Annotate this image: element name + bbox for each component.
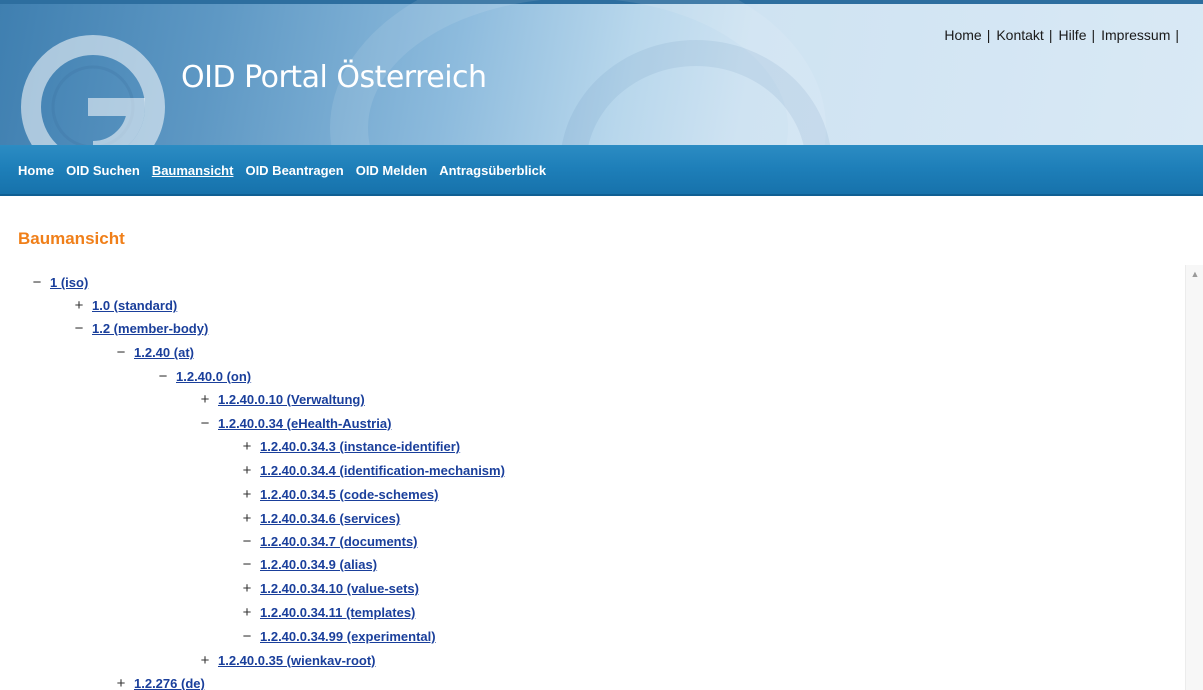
expand-icon[interactable]: + [242,602,252,624]
expand-icon[interactable]: + [242,484,252,506]
nav-item-home[interactable]: Home [18,163,54,178]
nav-item-antragsueberblick[interactable]: Antragsüberblick [439,163,546,178]
tree-node: −1.2.40 (at) [116,342,194,364]
tree-node: −1.2 (member-body) [74,318,209,340]
tree-node: +1.2.40.0.34.4 (identification-mechanism… [242,460,505,482]
top-links: Home | Kontakt | Hilfe | Impressum | [944,27,1185,43]
top-link-separator: | [1091,27,1096,43]
expand-icon[interactable]: + [200,650,210,672]
tree-node: −1.2.40.0.34.99 (experimental) [242,626,436,648]
top-link-separator: | [986,27,991,43]
tree-node-link[interactable]: 1.2.40.0.34.7 (documents) [260,534,418,549]
expand-icon[interactable]: + [242,436,252,458]
portal-logo-icon [21,35,165,145]
expand-icon[interactable]: + [242,460,252,482]
top-link-separator: | [1048,27,1053,43]
tree-node-link[interactable]: 1.2.40.0.35 (wienkav-root) [218,653,376,668]
tree-node-link[interactable]: 1.2.40.0 (on) [176,369,251,384]
collapse-icon[interactable]: − [200,413,210,435]
tree-node: +1.2.276 (de) [116,673,205,690]
nav-item-baumansicht[interactable]: Baumansicht [152,163,234,178]
tree-node: +1.2.40.0.35 (wienkav-root) [200,650,376,672]
tree-node: −1.2.40.0.34 (eHealth-Austria) [200,413,392,435]
tree-node-link[interactable]: 1.2.40 (at) [134,345,194,360]
tree-node: +1.2.40.0.34.6 (services) [242,508,401,530]
tree-node-link[interactable]: 1.2.40.0.34 (eHealth-Austria) [218,416,391,431]
tree-node-link[interactable]: 1.2.40.0.34.3 (instance-identifier) [260,439,460,454]
collapse-icon[interactable]: − [74,318,84,340]
expand-icon[interactable]: + [74,295,84,317]
nav-item-oid-beantragen[interactable]: OID Beantragen [245,163,343,178]
tree-node-link[interactable]: 1.2.40.0.34.4 (identification-mechanism) [260,463,505,478]
main-navigation: Home OID Suchen Baumansicht OID Beantragen O… [0,145,1203,196]
tree-node: −1.2.40.0.34.9 (alias) [242,554,377,576]
vertical-scrollbar[interactable]: ▲ [1185,265,1203,690]
tree-node: +1.2.40.0.34.3 (instance-identifier) [242,436,461,458]
tree-node: −1.2.40.0.34.7 (documents) [242,531,418,553]
tree-node-link[interactable]: 1.2.40.0.10 (Verwaltung) [218,392,365,407]
site-title: OID Portal Österreich [181,60,487,95]
top-link-kontakt[interactable]: Kontakt [996,27,1043,43]
top-link-separator: | [1175,27,1179,43]
top-link-hilfe[interactable]: Hilfe [1058,27,1086,43]
navbar-bottom-line [0,194,1203,196]
tree-node: −1.2.40.0 (on) [158,366,252,388]
tree-node-link[interactable]: 1.2 (member-body) [92,321,208,336]
collapse-icon[interactable]: − [116,342,126,364]
nav-items: Home OID Suchen Baumansicht OID Beantragen O… [18,163,558,178]
tree-node-link[interactable]: 1.0 (standard) [92,298,177,313]
tree-node: +1.2.40.0.34.10 (value-sets) [242,578,419,600]
expand-icon[interactable]: + [242,508,252,530]
expand-icon[interactable]: + [200,389,210,411]
tree-node-link[interactable]: 1 (iso) [50,275,88,290]
expand-icon[interactable]: + [242,578,252,600]
tree-node-link[interactable]: 1.2.40.0.34.6 (services) [260,511,400,526]
tree-node-link[interactable]: 1.2.40.0.34.11 (templates) [260,605,415,620]
tree-node: +1.2.40.0.10 (Verwaltung) [200,389,365,411]
top-link-impressum[interactable]: Impressum [1101,27,1170,43]
collapse-icon[interactable]: − [158,366,168,388]
header-banner: OID Portal Österreich Home | Kontakt | Hilfe… [0,0,1203,145]
tree-node-link[interactable]: 1.2.276 (de) [134,676,205,690]
nav-item-oid-suchen[interactable]: OID Suchen [66,163,140,178]
scroll-up-arrow-icon[interactable]: ▲ [1186,265,1203,283]
tree-node: +1.0 (standard) [74,295,178,317]
tree-node-link[interactable]: 1.2.40.0.34.5 (code-schemes) [260,487,439,502]
tree-node-link[interactable]: 1.2.40.0.34.10 (value-sets) [260,581,419,596]
page-title: Baumansicht [18,229,125,248]
tree-node-link[interactable]: 1.2.40.0.34.9 (alias) [260,557,377,572]
tree-node: −1 (iso) [32,272,89,294]
collapse-icon[interactable]: − [242,531,252,553]
top-link-home[interactable]: Home [944,27,981,43]
nav-item-oid-melden[interactable]: OID Melden [356,163,428,178]
tree-node: +1.2.40.0.34.5 (code-schemes) [242,484,439,506]
tree-node-link[interactable]: 1.2.40.0.34.99 (experimental) [260,629,436,644]
oid-tree: −1 (iso) +1.0 (standard) −1.2 (member-bo… [0,272,1185,690]
expand-icon[interactable]: + [116,673,126,690]
tree-node: +1.2.40.0.34.11 (templates) [242,602,416,624]
collapse-icon[interactable]: − [32,272,42,294]
collapse-icon[interactable]: − [242,554,252,576]
collapse-icon[interactable]: − [242,626,252,648]
